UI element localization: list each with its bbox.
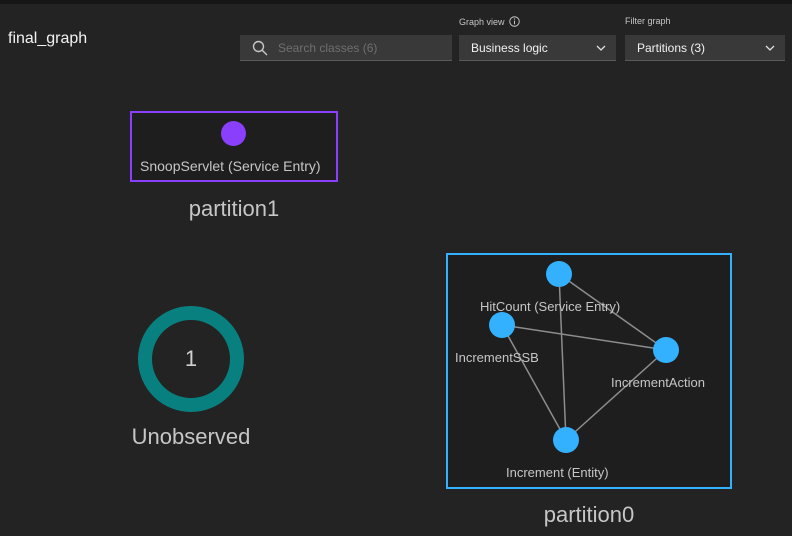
partition0-edges	[501, 273, 667, 441]
increment-node[interactable]	[553, 427, 579, 453]
incrementssb-node[interactable]	[489, 312, 515, 338]
incrementaction-label: IncrementAction	[611, 375, 705, 390]
partition0-name: partition0	[543, 502, 635, 527]
edge-incrementssb-increment	[501, 324, 567, 441]
hitcount-node[interactable]	[546, 261, 572, 287]
increment-label: Increment (Entity)	[506, 465, 609, 480]
incrementssb-label: IncrementSSB	[455, 350, 539, 365]
hitcount-label: HitCount (Service Entry)	[480, 299, 621, 314]
incrementaction-node[interactable]	[653, 337, 679, 363]
edge-incrementaction-increment	[565, 349, 667, 441]
edge-incrementssb-incrementaction	[501, 324, 667, 351]
